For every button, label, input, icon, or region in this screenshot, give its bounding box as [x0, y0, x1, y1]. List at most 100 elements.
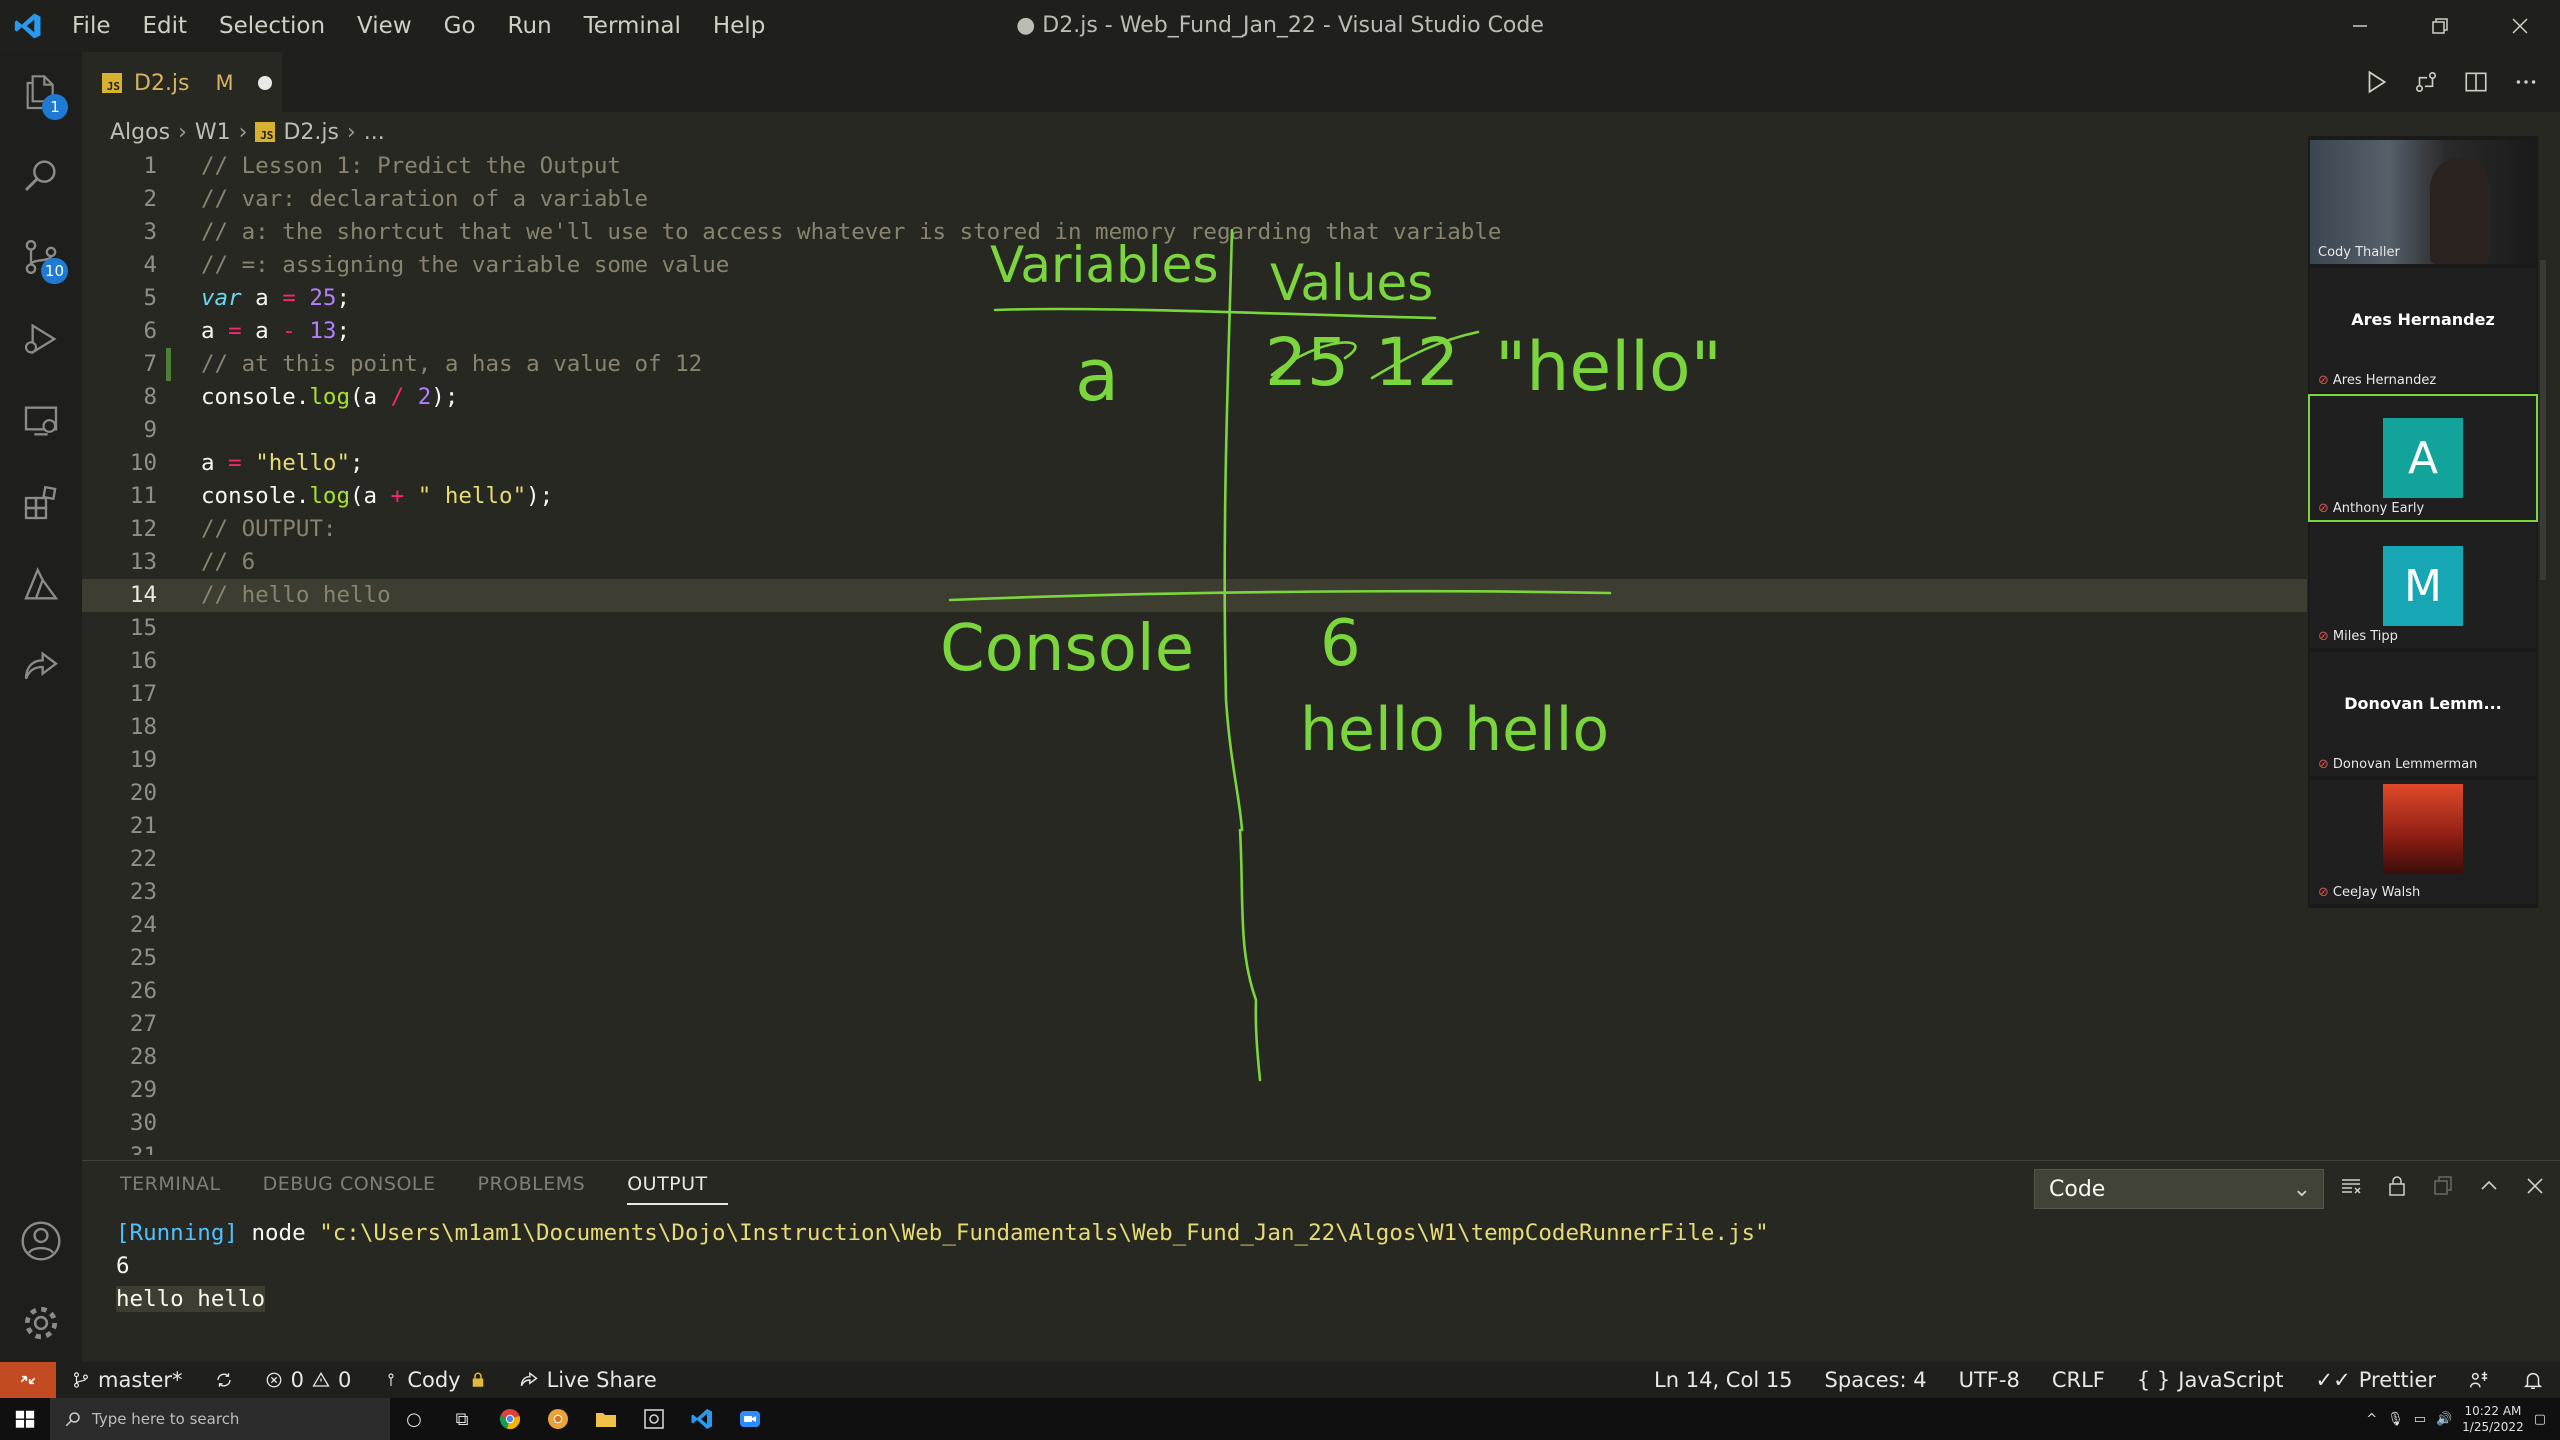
code-line[interactable]: 16 [82, 645, 2307, 678]
code-line[interactable]: 19 [82, 744, 2307, 777]
code-line[interactable]: 10 a = "hello"; [82, 447, 2307, 480]
notifications-button[interactable] [2506, 1369, 2560, 1391]
start-button[interactable] [0, 1398, 50, 1440]
code-line[interactable]: 12 // OUTPUT: [82, 513, 2307, 546]
participant-tile[interactable]: A ⊘ Anthony Early [2308, 394, 2538, 522]
code-line[interactable]: 9 [82, 414, 2307, 447]
extensions-button[interactable] [0, 462, 82, 544]
microphone-icon[interactable]: 🎙 [2387, 1412, 2404, 1427]
menu-selection[interactable]: Selection [203, 0, 341, 52]
more-actions-button[interactable] [2512, 68, 2540, 96]
menu-file[interactable]: File [56, 0, 127, 52]
code-line[interactable]: 13 // 6 [82, 546, 2307, 579]
manage-button[interactable] [0, 1282, 82, 1364]
menu-edit[interactable]: Edit [127, 0, 204, 52]
code-line[interactable]: 6 a = a - 13; [82, 315, 2307, 348]
breadcrumb-algos[interactable]: Algos [110, 120, 170, 145]
open-log-button[interactable] [2430, 1173, 2456, 1199]
feedback-button[interactable] [2452, 1369, 2506, 1391]
cursor-position[interactable]: Ln 14, Col 15 [1638, 1368, 1809, 1392]
azure-button[interactable] [0, 544, 82, 626]
user-status[interactable]: Cody [367, 1368, 502, 1392]
code-line[interactable]: 2 // var: declaration of a variable [82, 183, 2307, 216]
code-line[interactable]: 31 [82, 1140, 2307, 1155]
code-line[interactable]: 29 [82, 1074, 2307, 1107]
remote-explorer-button[interactable] [0, 380, 82, 462]
unsaved-dot-icon[interactable] [257, 76, 272, 90]
chrome-canary-button[interactable] [534, 1398, 582, 1440]
indentation[interactable]: Spaces: 4 [1809, 1368, 1943, 1392]
live-share-button[interactable] [0, 626, 82, 708]
run-code-button[interactable] [2362, 68, 2390, 96]
tab-debug-console[interactable]: DEBUG CONSOLE [263, 1173, 456, 1205]
menu-view[interactable]: View [341, 0, 428, 52]
explorer-button[interactable]: 1 [0, 52, 82, 134]
breadcrumb-symbol[interactable]: ... [364, 120, 385, 145]
tab-terminal[interactable]: TERMINAL [120, 1173, 241, 1205]
branch-status[interactable]: master* [56, 1368, 199, 1392]
clock[interactable]: 10:22 AM 1/25/2022 [2462, 1403, 2524, 1435]
open-changes-button[interactable] [2412, 68, 2440, 96]
source-control-button[interactable]: 10 [0, 216, 82, 298]
close-panel-button[interactable] [2522, 1173, 2548, 1199]
code-line[interactable]: 3 // a: the shortcut that we'll use to ac… [82, 216, 2307, 249]
app-button[interactable] [630, 1398, 678, 1440]
minimize-button[interactable] [2320, 0, 2400, 52]
code-line[interactable]: 27 [82, 1008, 2307, 1041]
remote-indicator-button[interactable] [0, 1362, 56, 1398]
sync-button[interactable] [199, 1371, 249, 1389]
zoom-button[interactable] [726, 1398, 774, 1440]
code-line[interactable]: 26 [82, 975, 2307, 1008]
menu-terminal[interactable]: Terminal [568, 0, 697, 52]
breadcrumb-w1[interactable]: W1 [195, 120, 231, 145]
chrome-button[interactable] [486, 1398, 534, 1440]
code-line[interactable]: 17 [82, 678, 2307, 711]
vscode-taskbar-button[interactable] [678, 1398, 726, 1440]
code-line[interactable]: 21 [82, 810, 2307, 843]
code-line[interactable]: 23 [82, 876, 2307, 909]
file-explorer-button[interactable] [582, 1398, 630, 1440]
accounts-button[interactable] [0, 1200, 82, 1282]
code-line[interactable]: 11 console.log(a + " hello"); [82, 480, 2307, 513]
participant-tile[interactable]: M ⊘ Miles Tipp [2310, 524, 2536, 648]
run-debug-button[interactable] [0, 298, 82, 380]
code-line[interactable]: 5 var a = 25; [82, 282, 2307, 315]
code-editor[interactable]: 1 // Lesson 1: Predict the Output 2 // var:… [82, 150, 2307, 1155]
code-line[interactable]: 8 console.log(a / 2); [82, 381, 2307, 414]
split-editor-button[interactable] [2462, 68, 2490, 96]
code-line[interactable]: 24 [82, 909, 2307, 942]
language-mode[interactable]: { } JavaScript [2121, 1368, 2300, 1392]
code-line[interactable]: 1 // Lesson 1: Predict the Output [82, 150, 2307, 183]
taskbar-search[interactable]: Type here to search [50, 1398, 390, 1440]
maximize-panel-button[interactable] [2476, 1173, 2502, 1199]
tab-output[interactable]: OUTPUT [627, 1173, 728, 1205]
code-line[interactable]: 25 [82, 942, 2307, 975]
volume-icon[interactable]: 🔊 [2436, 1412, 2452, 1427]
live-share-status[interactable]: Live Share [503, 1368, 673, 1392]
close-window-button[interactable] [2480, 0, 2560, 52]
code-line[interactable]: 28 [82, 1041, 2307, 1074]
participant-tile[interactable]: Donovan Lemm... ⊘ Donovan Lemmerman [2310, 652, 2536, 776]
code-line[interactable]: 22 [82, 843, 2307, 876]
restore-button[interactable] [2400, 0, 2480, 52]
code-line[interactable]: 14 // hello hello [82, 579, 2307, 612]
code-line[interactable]: 7 // at this point, a has a value of 12 [82, 348, 2307, 381]
chevron-up-icon[interactable]: ^ [2366, 1412, 2377, 1427]
menu-go[interactable]: Go [428, 0, 492, 52]
output-text[interactable]: [Running] node "c:\Users\m1am1\Documents… [116, 1217, 1769, 1316]
lock-scroll-button[interactable] [2384, 1173, 2410, 1199]
code-line[interactable]: 4 // =: assigning the variable some value [82, 249, 2307, 282]
git-change-marker[interactable] [166, 348, 171, 381]
problems-status[interactable]: 0 0 [249, 1368, 368, 1392]
video-panel-scrollbar[interactable] [2540, 260, 2546, 580]
breadcrumb-file[interactable]: D2.js [283, 120, 339, 145]
menu-run[interactable]: Run [492, 0, 568, 52]
participant-tile[interactable]: Ares Hernandez ⊘ Ares Hernandez [2310, 268, 2536, 392]
tab-problems[interactable]: PROBLEMS [478, 1173, 606, 1205]
tab-d2-js[interactable]: JS D2.js M [82, 52, 282, 112]
notification-center-icon[interactable]: ▢ [2534, 1412, 2546, 1427]
code-line[interactable]: 18 [82, 711, 2307, 744]
code-line[interactable]: 15 [82, 612, 2307, 645]
participant-tile[interactable]: Cody Thaller [2310, 140, 2536, 264]
code-line[interactable]: 30 [82, 1107, 2307, 1140]
